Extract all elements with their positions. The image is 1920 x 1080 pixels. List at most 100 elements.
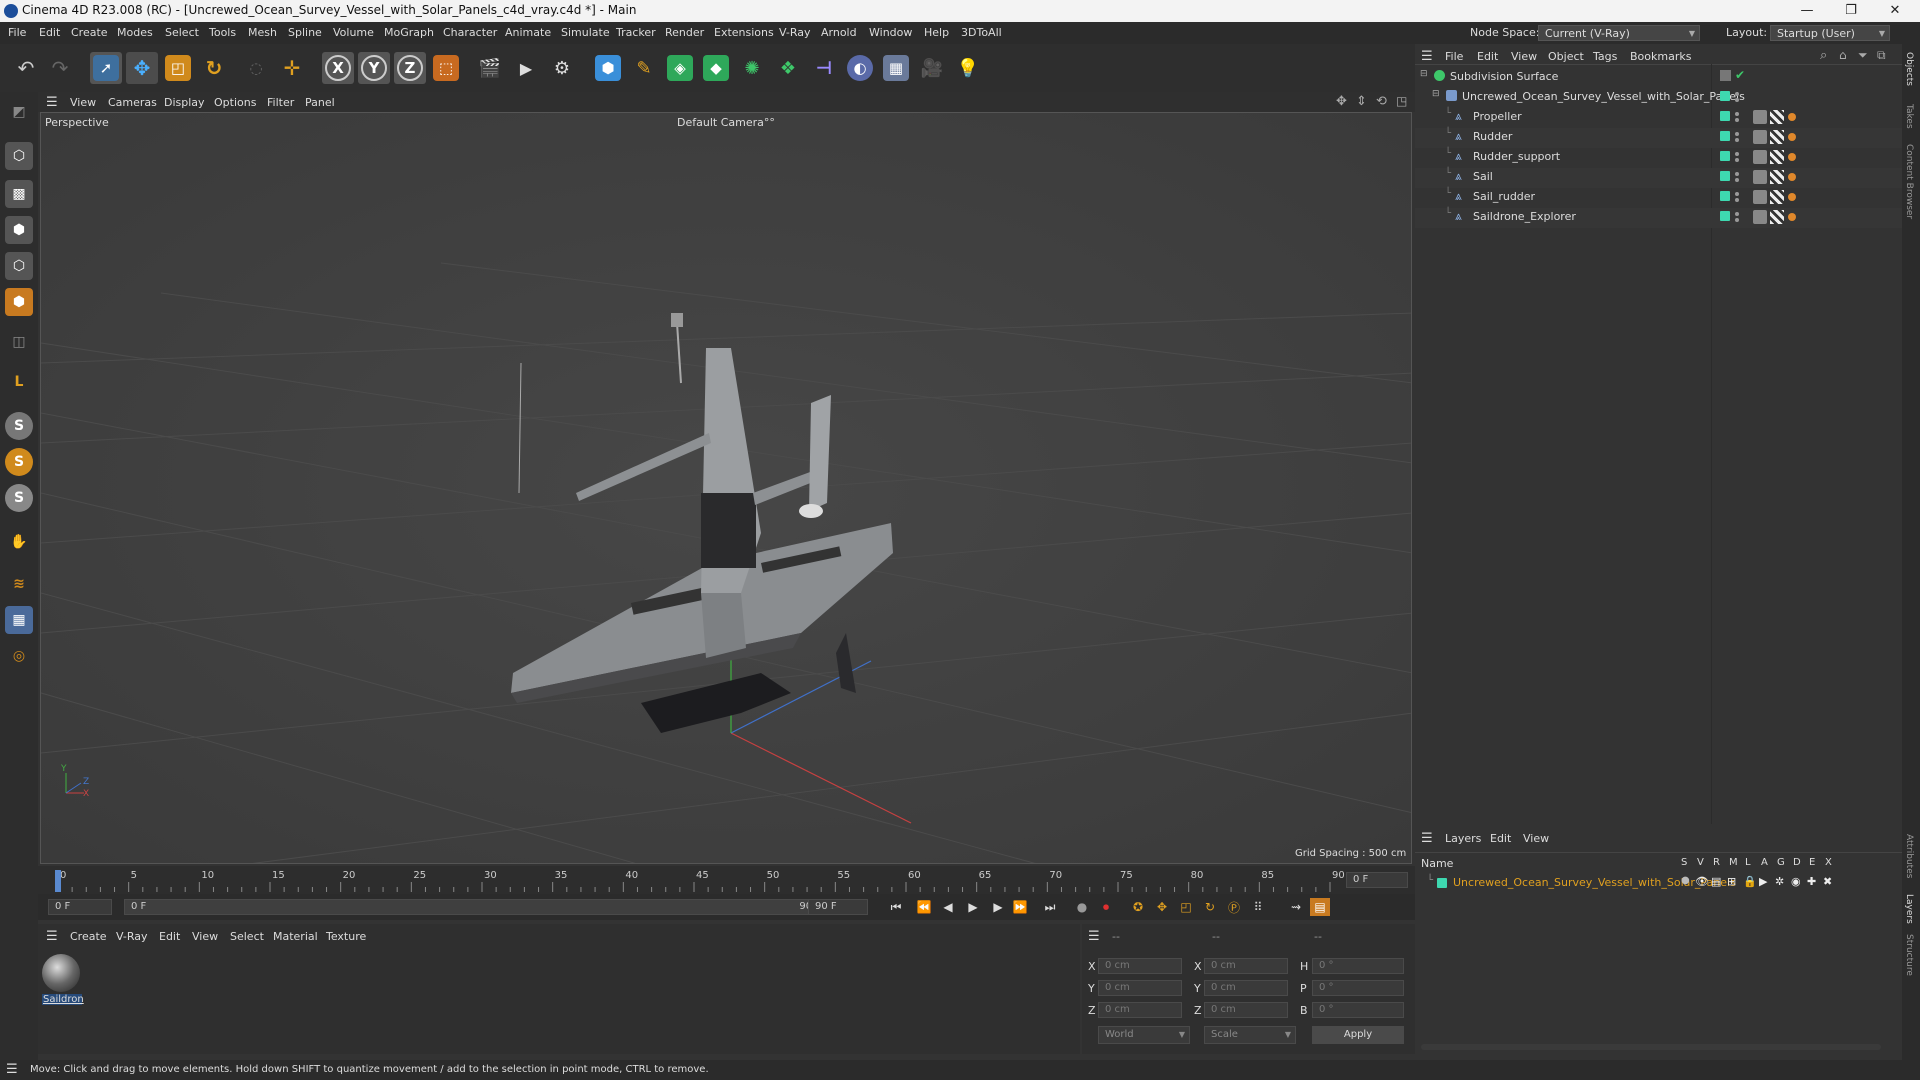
menu-simulate[interactable]: Simulate [561,26,610,39]
coord-pos-z-field[interactable]: 0 cm [1098,1002,1182,1018]
coord-size-y-field[interactable]: 0 cm [1204,980,1288,996]
checker-texture-tag-icon[interactable] [1770,130,1784,144]
layout-select[interactable]: Startup (User) ▼ [1770,25,1890,41]
filter-icon[interactable]: ⏷ [1858,48,1868,63]
coord-mode-select[interactable]: World ▼ [1098,1026,1190,1044]
camera-name-label[interactable]: Default Camera°° [677,116,775,129]
obj-menu-view[interactable]: View [1511,50,1537,63]
vray-tag-icon[interactable] [1753,130,1767,144]
grid-button[interactable]: ▦ [5,606,33,634]
mat-menu-view[interactable]: View [192,930,218,943]
material-tag-icon[interactable] [1788,113,1796,121]
eye-icon[interactable]: 👁 [1695,875,1709,888]
coord-size-x-field[interactable]: 0 cm [1204,958,1288,974]
rotate-tool-button[interactable]: ↻ [198,52,230,84]
menu-modes[interactable]: Modes [117,26,153,39]
layer-color-swatch[interactable] [1720,211,1730,221]
prev-key-button[interactable]: ⏪ [914,898,934,916]
3d-viewport[interactable]: Y Z X Perspective Default Camera°° Grid … [40,112,1412,864]
layer-col-x[interactable]: X [1825,857,1832,868]
menu-file[interactable]: File [8,26,26,39]
edges-mode-button[interactable]: ⬡ [5,252,33,280]
obj-menu-edit[interactable]: Edit [1477,50,1498,63]
select-tool-button[interactable]: ➚ [90,52,122,84]
obj-menu-file[interactable]: File [1445,50,1463,63]
object-row-rudder[interactable]: └ ⩓ Rudder [1415,128,1902,148]
solo-icon[interactable]: ● [1681,875,1690,886]
pen-spline-button[interactable]: ✎ [628,52,660,84]
playhead[interactable] [55,870,61,892]
hamburger-icon[interactable]: ☰ [46,95,58,110]
viewport-menu-panel[interactable]: Panel [305,96,335,109]
layer-color-swatch[interactable] [1720,111,1730,121]
cube-button[interactable]: ⬢ [592,52,624,84]
mat-menu-vray[interactable]: V-Ray [116,930,148,943]
deformer-button[interactable]: ⊣ [808,52,840,84]
layer-col-a[interactable]: A [1761,857,1768,868]
material-tag-icon[interactable] [1788,173,1796,181]
motion-mode-button[interactable]: ⇝ [1286,898,1306,916]
menu-mesh[interactable]: Mesh [248,26,277,39]
material-tag-icon[interactable] [1788,133,1796,141]
layer-color-swatch[interactable] [1720,171,1730,181]
timeline-ruler[interactable]: 0 5 10 15 20 25 30 35 40 45 50 55 60 65 70 75 80 85 90 0 F [38,866,1415,894]
home-icon[interactable]: ⌂ [1839,48,1847,62]
coord-pos-y-field[interactable]: 0 cm [1098,980,1182,996]
new-window-icon[interactable]: ⧉ [1877,48,1886,63]
layer-col-g[interactable]: G [1777,857,1785,868]
dolly-view-icon[interactable]: ⇕ [1356,94,1367,109]
redo-button[interactable]: ↷ [44,52,76,84]
mat-menu-create[interactable]: Create [70,930,107,943]
current-frame-field[interactable]: 0 F [1346,872,1408,888]
tab-layers[interactable]: Layers [1904,894,1914,924]
status-hamburger-icon[interactable]: ☰ [6,1062,18,1077]
x-axis-lock-button[interactable]: X [322,52,354,84]
enabled-check-icon[interactable]: ✔ [1735,68,1745,82]
obj-menu-tags[interactable]: Tags [1593,50,1617,63]
tab-structure[interactable]: Structure [1904,934,1914,976]
render-view-button[interactable]: 🎬 [474,52,506,84]
viewport-menu-options[interactable]: Options [214,96,256,109]
layer-menu-view[interactable]: View [1523,832,1549,845]
generator-icon[interactable]: ✲ [1775,875,1784,888]
rotate-view-icon[interactable]: ⟲ [1376,94,1387,109]
vray-tag-icon[interactable] [1753,150,1767,164]
transform-button[interactable]: ✛ [276,52,308,84]
menu-tools[interactable]: Tools [209,26,236,39]
apply-button[interactable]: Apply [1312,1026,1404,1044]
go-to-end-button[interactable]: ⏭ [1040,898,1060,916]
subdivision-button[interactable]: ◈ [664,52,696,84]
menu-animate[interactable]: Animate [505,26,551,39]
scale-tool-button[interactable]: ◰ [162,52,194,84]
object-row-group[interactable]: ⊟ Uncrewed_Ocean_Survey_Vessel_with_Sola… [1415,88,1902,108]
uv-mode-button[interactable]: ◫ [5,328,33,356]
collapse-icon[interactable]: ⊟ [1420,69,1428,79]
layer-col-e[interactable]: E [1809,857,1815,868]
menu-vray[interactable]: V-Ray [779,26,811,39]
snap-button[interactable]: S [5,412,33,440]
layer-color-swatch[interactable] [1720,91,1730,101]
visibility-editor-dot[interactable] [1735,172,1739,176]
coordinate-system-button[interactable]: ⬚ [430,52,462,84]
layer-col-d[interactable]: D [1793,857,1801,868]
mat-menu-texture[interactable]: Texture [326,930,366,943]
field-button[interactable]: ◐ [844,52,876,84]
coord-rot-p-field[interactable]: 0 ° [1312,980,1404,996]
visibility-render-dot[interactable] [1735,118,1739,122]
timeline-window-button[interactable]: ▤ [1310,898,1330,916]
checker-texture-tag-icon[interactable] [1770,110,1784,124]
menu-window[interactable]: Window [869,26,912,39]
menu-edit[interactable]: Edit [39,26,60,39]
layer-col-l[interactable]: L [1745,857,1751,868]
autokey-button[interactable]: ⏺ [1096,898,1116,916]
coord-rot-h-field[interactable]: 0 ° [1312,958,1404,974]
viewport-menu-filter[interactable]: Filter [267,96,294,109]
vray-tag-icon[interactable] [1753,170,1767,184]
mat-menu-material[interactable]: Material [273,930,318,943]
menu-character[interactable]: Character [443,26,497,39]
menu-arnold[interactable]: Arnold [821,26,857,39]
key-param-button[interactable]: Ⓟ [1224,898,1244,916]
model-mode-button[interactable]: ⬡ [5,142,33,170]
snap-settings-button[interactable]: S [5,448,33,476]
obj-menu-bookmarks[interactable]: Bookmarks [1630,50,1691,63]
